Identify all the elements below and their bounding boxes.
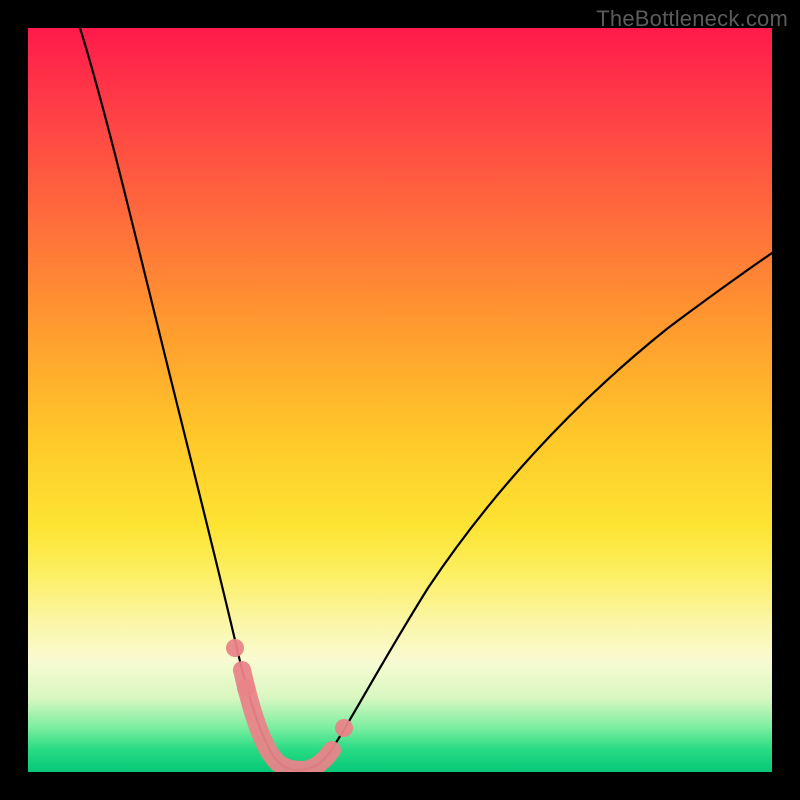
optimal-range-dot-2	[237, 679, 255, 697]
chart-frame: TheBottleneck.com	[0, 0, 800, 800]
optimal-range-start-dot	[226, 639, 244, 657]
bottleneck-curve	[80, 28, 772, 770]
optimal-range-end-dot	[335, 719, 353, 737]
plot-area	[28, 28, 772, 772]
optimal-range-marker	[242, 670, 332, 770]
watermark-text: TheBottleneck.com	[596, 6, 788, 32]
chart-svg	[28, 28, 772, 772]
